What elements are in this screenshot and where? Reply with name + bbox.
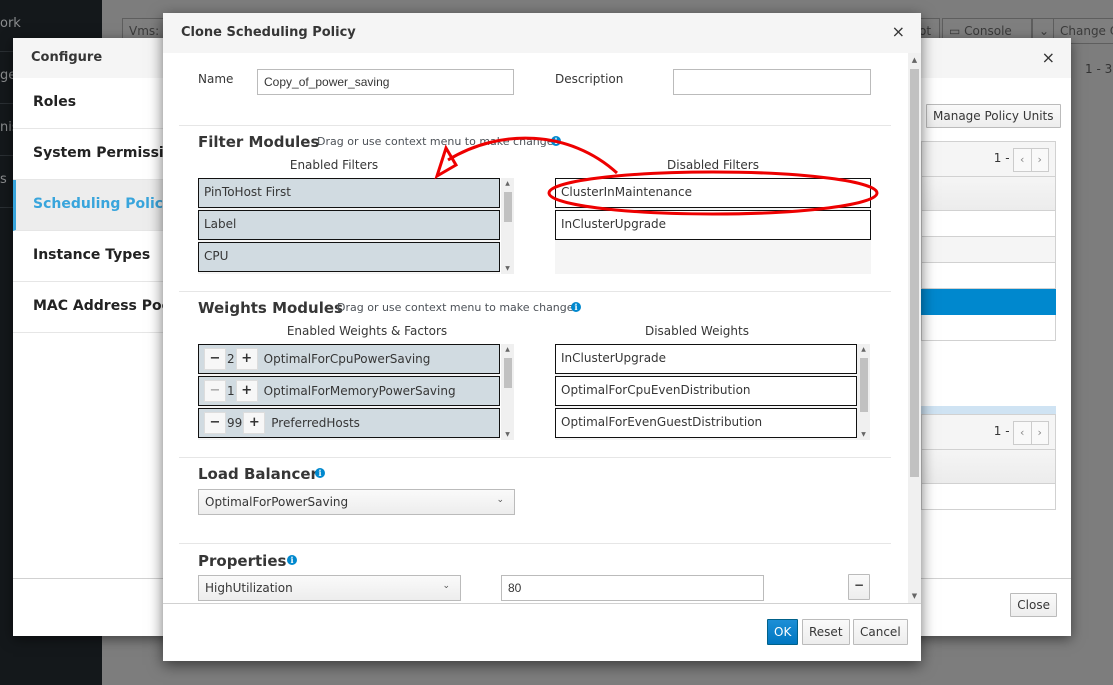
increase-factor-button[interactable]: + [243, 412, 266, 434]
increase-factor-button[interactable]: + [235, 380, 258, 402]
enabled-weight-item[interactable]: −2 + OptimalForCpuPowerSaving [198, 344, 500, 374]
next-page-icon[interactable]: › [1032, 422, 1049, 444]
decrease-factor-button[interactable]: − [204, 380, 226, 402]
tab-roles[interactable]: Roles [13, 78, 173, 129]
enabled-weight-item[interactable]: −99 + PreferredHosts [198, 408, 500, 438]
disabled-weight-item[interactable]: OptimalForEvenGuestDistribution [555, 408, 857, 438]
disabled-filters-title: Disabled Filters [667, 158, 759, 172]
name-input[interactable] [257, 69, 514, 95]
clone-scheduling-policy-dialog: Clone Scheduling Policy × Name Descripti… [163, 13, 921, 661]
disabled-weights-list[interactable]: InClusterUpgrade OptimalForCpuEvenDistri… [555, 344, 857, 440]
factor-value: 2 [227, 352, 235, 366]
name-label: Name [198, 72, 234, 86]
filter-modules-title: Filter Modules [198, 133, 320, 151]
ok-button[interactable]: OK [767, 619, 799, 645]
bg-pager: 1 - 3 [1085, 62, 1113, 76]
tab-system-permissions[interactable]: System Permissions [13, 129, 173, 180]
prev-page-icon[interactable]: ‹ [1014, 149, 1032, 171]
dialog-footer: OK Reset Cancel [163, 603, 921, 661]
close-button[interactable]: Close [1010, 593, 1057, 617]
info-icon[interactable]: i [315, 468, 325, 478]
table-row[interactable] [921, 237, 1056, 263]
policies-pager: 1 - 5 ‹ › [921, 141, 1056, 177]
weight-name: PreferredHosts [271, 416, 360, 430]
dialog-title: Clone Scheduling Policy [163, 13, 921, 53]
enabled-filters-scrollbar[interactable]: ▲ ▼ [501, 178, 514, 274]
disabled-filter-item[interactable]: ClusterInMaintenance [555, 178, 871, 208]
enabled-filter-item[interactable]: Label [198, 210, 500, 240]
disabled-filters-list[interactable]: ClusterInMaintenance InClusterUpgrade [555, 178, 871, 274]
divider [179, 543, 891, 544]
factor-value: 99 [227, 416, 243, 430]
dialog-scrollbar[interactable]: ▲ ▼ [908, 53, 921, 603]
configure-tabs: Roles System Permissions Scheduling Poli… [13, 78, 173, 333]
enabled-weights-list[interactable]: −2 + OptimalForCpuPowerSaving −1 + OptimalFo… [198, 344, 500, 440]
weight-name: OptimalForCpuPowerSaving [263, 352, 431, 366]
load-balancer-title: Load Balancer [198, 465, 318, 483]
info-icon[interactable]: i [287, 555, 297, 565]
info-icon[interactable]: i [551, 136, 561, 146]
description-input[interactable] [673, 69, 871, 95]
policies-table-header [921, 177, 1056, 211]
enabled-weight-item[interactable]: −1 + OptimalForMemoryPowerSaving [198, 376, 500, 406]
remove-property-button[interactable]: − [848, 574, 870, 600]
enabled-weights-scrollbar[interactable]: ▲ ▼ [501, 344, 514, 440]
weights-modules-title: Weights Modules [198, 299, 343, 317]
enabled-filter-item[interactable]: CPU [198, 242, 500, 272]
enabled-filters-list[interactable]: PinToHost First Label CPU [198, 178, 500, 274]
tab-mac-address-pools[interactable]: MAC Address Pools [13, 282, 173, 333]
chevron-down-icon: ⌄ [496, 495, 504, 505]
section-divider [921, 406, 1056, 414]
configure-close-icon[interactable]: × [1042, 48, 1055, 67]
divider [179, 457, 891, 458]
disabled-weight-item[interactable]: OptimalForCpuEvenDistribution [555, 376, 857, 406]
disabled-weights-scrollbar[interactable]: ▲ ▼ [857, 344, 870, 440]
weights-modules-hint: Drag or use context menu to make changes [337, 301, 580, 314]
disabled-filter-item[interactable]: InClusterUpgrade [555, 210, 871, 240]
table-row[interactable] [921, 263, 1056, 289]
dialog-close-icon[interactable]: × [892, 22, 905, 41]
table-row-selected[interactable] [921, 289, 1056, 315]
property-key-select[interactable]: HighUtilization ⌄ [198, 575, 461, 601]
units-pager: 1 - 0 ‹ › [921, 414, 1056, 450]
dialog-body: Name Description Filter Modules Drag or … [163, 53, 908, 603]
decrease-factor-button[interactable]: − [204, 348, 226, 370]
info-icon[interactable]: i [571, 302, 581, 312]
chevron-down-icon: ⌄ [442, 581, 450, 591]
next-page-icon[interactable]: › [1032, 149, 1049, 171]
load-balancer-select[interactable]: OptimalForPowerSaving ⌄ [198, 489, 515, 515]
property-value-input[interactable] [501, 575, 764, 601]
units-table-header [921, 450, 1056, 484]
filter-modules-hint: Drag or use context menu to make changes [317, 135, 560, 148]
reset-button[interactable]: Reset [802, 619, 850, 645]
properties-title: Properties [198, 552, 287, 570]
tab-scheduling-policies[interactable]: Scheduling Policies [13, 180, 173, 231]
weight-name: OptimalForMemoryPowerSaving [263, 384, 456, 398]
table-row[interactable] [921, 484, 1056, 510]
manage-policy-units-button[interactable]: Manage Policy Units [926, 104, 1061, 128]
table-row[interactable] [921, 211, 1056, 237]
cancel-button[interactable]: Cancel [853, 619, 908, 645]
enabled-weights-title: Enabled Weights & Factors [286, 324, 448, 338]
decrease-factor-button[interactable]: − [204, 412, 226, 434]
tab-instance-types[interactable]: Instance Types [13, 231, 173, 282]
disabled-weight-item[interactable]: InClusterUpgrade [555, 344, 857, 374]
divider [179, 291, 891, 292]
prev-page-icon[interactable]: ‹ [1014, 422, 1032, 444]
description-label: Description [555, 72, 624, 86]
factor-value: 1 [227, 384, 235, 398]
enabled-filter-item[interactable]: PinToHost First [198, 178, 500, 208]
console-icon: ▭ [949, 24, 965, 38]
enabled-filters-title: Enabled Filters [289, 158, 379, 172]
increase-factor-button[interactable]: + [235, 348, 258, 370]
table-row[interactable] [921, 315, 1056, 341]
divider [179, 125, 891, 126]
disabled-weights-title: Disabled Weights [644, 324, 749, 338]
